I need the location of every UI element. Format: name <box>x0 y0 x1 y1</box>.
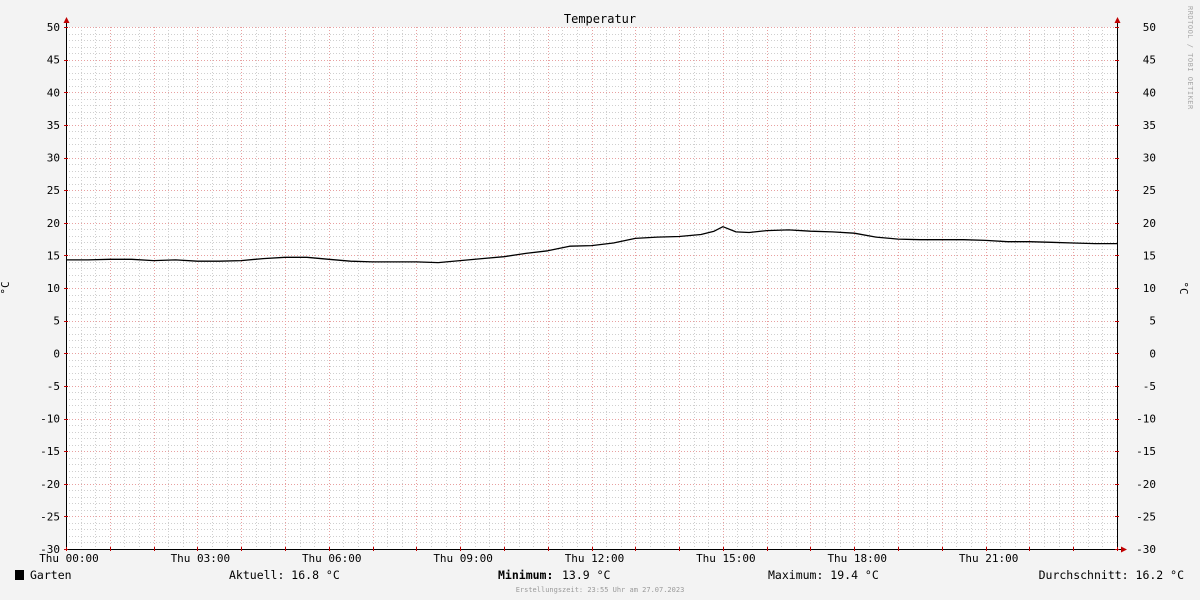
y-tick-label-right: 40 <box>1143 86 1156 99</box>
rrd-chart: 50 50 45 45 40 40 35 35 30 30 25 25 20 20 15 15 10 10 5 5 0 0… <box>0 0 1200 600</box>
y-tick-label-left: 50 <box>47 21 60 34</box>
y-tick-label-right: -20 <box>1136 478 1156 491</box>
y-tick-label-left: 0 <box>53 347 60 360</box>
y-tick-label-left: 35 <box>47 119 60 132</box>
legend-swatch-garten <box>15 570 24 580</box>
y-tick-label-right: 10 <box>1143 282 1156 295</box>
y-tick-label-left: -25 <box>40 510 60 523</box>
x-tick-label: Thu 15:00 <box>696 552 756 565</box>
y-tick-label-left: 25 <box>47 184 60 197</box>
y-tick-label-left: -10 <box>40 413 60 426</box>
y-tick-label-right: 15 <box>1143 249 1156 262</box>
y-tick-label-left: 5 <box>53 315 60 328</box>
legend-series-name: Garten <box>30 568 72 582</box>
x-tick-label: Thu 03:00 <box>171 552 231 565</box>
temperature-chart-svg: 50 5045 4540 4035 3530 3025 2520 2015 1510 105 50 0… <box>0 0 1200 600</box>
y-tick-label-left: -5 <box>47 380 60 393</box>
footer-timestamp: Erstellungszeit: 23:55 Uhr am 27.07.2023 <box>516 586 685 594</box>
x-tick-label: Thu 12:00 <box>565 552 625 565</box>
legend-minimum-value: 13.9 °C <box>562 568 611 582</box>
y-tick-label-left: 10 <box>47 282 60 295</box>
y-tick-label-left: 45 <box>47 54 60 67</box>
y-tick-label-right: -10 <box>1136 413 1156 426</box>
y-tick-label-right: 5 <box>1149 315 1156 328</box>
y-tick-label-left: 20 <box>47 217 60 230</box>
y-tick-label-right: 50 <box>1143 21 1156 34</box>
x-tick-label: Thu 00:00 <box>39 552 99 565</box>
y-tick-label-right: 25 <box>1143 184 1156 197</box>
y-tick-label-right: -15 <box>1136 445 1156 458</box>
y-tick-label-right: -25 <box>1136 510 1156 523</box>
y-tick-label-left: -20 <box>40 478 60 491</box>
y-axis-label-left: °C <box>0 281 12 294</box>
y-tick-label-right: 30 <box>1143 152 1156 165</box>
x-tick-label: Thu 18:00 <box>827 552 887 565</box>
legend-current: Aktuell: 16.8 °C <box>229 568 340 582</box>
x-tick-label: Thu 09:00 <box>433 552 493 565</box>
y-axis-label-right: °C <box>1177 281 1190 294</box>
y-tick-label-right: -5 <box>1143 380 1156 393</box>
y-tick-label-right: 45 <box>1143 54 1156 67</box>
y-tick-label-right: 35 <box>1143 119 1156 132</box>
y-tick-label-right: 20 <box>1143 217 1156 230</box>
chart-title: Temperatur <box>564 12 636 26</box>
rrdtool-watermark: RRDTOOL / TOBI OETIKER <box>1186 6 1194 110</box>
y-tick-label-left: 15 <box>47 249 60 262</box>
y-tick-label-right: -30 <box>1136 543 1156 556</box>
legend-maximum: Maximum: 19.4 °C <box>768 568 879 582</box>
y-tick-label-right: 0 <box>1149 347 1156 360</box>
y-tick-label-left: -15 <box>40 445 60 458</box>
x-tick-label: Thu 21:00 <box>959 552 1019 565</box>
y-tick-label-left: 30 <box>47 152 60 165</box>
x-tick-label: Thu 06:00 <box>302 552 362 565</box>
legend-minimum-label: Minimum: <box>498 568 553 582</box>
legend-average: Durchschnitt: 16.2 °C <box>1039 568 1184 582</box>
y-tick-label-left: 40 <box>47 86 60 99</box>
